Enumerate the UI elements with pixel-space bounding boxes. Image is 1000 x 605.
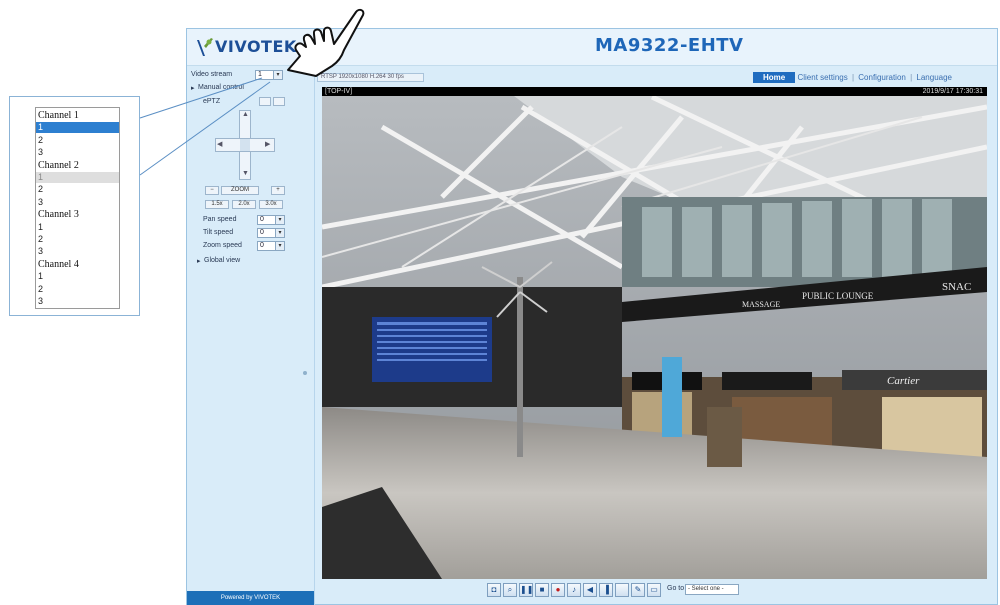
- video-stream-value: 1: [258, 71, 262, 78]
- dropdown-option[interactable]: 1: [36, 222, 119, 233]
- ptz-mode-button-2[interactable]: [273, 97, 285, 106]
- live-video-frame: PUBLIC LOUNGE SNAC MASSAGE Cartier: [322, 87, 987, 579]
- zoom-speed-value: 0: [260, 242, 264, 249]
- nav-separator: |: [910, 73, 913, 82]
- manual-control-label[interactable]: Manual control: [198, 84, 244, 91]
- pan-speed-value: 0: [260, 216, 264, 223]
- chevron-down-icon: ▾: [275, 242, 284, 250]
- video-info-bar: [TOP-IV] 2019/9/17 17:30:31: [322, 87, 987, 96]
- triangle-right-icon[interactable]: ▸: [191, 84, 195, 92]
- camera-icon[interactable]: ◘: [487, 583, 501, 597]
- tilt-speed-select[interactable]: 0 ▾: [257, 228, 285, 238]
- page-title: MA9322-EHTV: [595, 35, 744, 56]
- video-stream-dropdown-list[interactable]: Channel 1 1 2 3 Channel 2 1 2 3 Channel 3 1 2 3 Chan…: [35, 107, 120, 309]
- dropdown-option[interactable]: 2: [36, 135, 119, 146]
- nav-home-tab[interactable]: Home: [753, 72, 796, 83]
- nav-client-settings[interactable]: Client settings: [797, 73, 847, 82]
- live-video-view[interactable]: PUBLIC LOUNGE SNAC MASSAGE Cartier [TOP-…: [322, 87, 987, 579]
- nav-language[interactable]: Language: [916, 73, 952, 82]
- dropdown-option[interactable]: 2: [36, 284, 119, 295]
- powered-by-footer: Powered by VIVOTEK: [187, 591, 314, 605]
- vivotek-logo: VIVOTEK: [195, 34, 296, 60]
- zoom-in-button[interactable]: +: [271, 186, 285, 195]
- global-view-label[interactable]: Global view: [204, 257, 240, 264]
- pan-speed-label: Pan speed: [203, 216, 237, 223]
- ptz-home-button[interactable]: [240, 139, 250, 151]
- blank-icon[interactable]: [615, 583, 629, 597]
- arrow-down-icon[interactable]: ▼: [242, 170, 249, 177]
- goto-select[interactable]: - Select one -: [685, 584, 739, 595]
- arrow-up-icon[interactable]: ▲: [242, 111, 249, 118]
- dropdown-option[interactable]: 1: [36, 172, 119, 183]
- dropdown-option[interactable]: 3: [36, 246, 119, 257]
- stream-dropdown-callout: Channel 1 1 2 3 Channel 2 1 2 3 Channel 3 1 2 3 Chan…: [9, 96, 140, 316]
- tilt-speed-value: 0: [260, 229, 264, 236]
- video-stream-select[interactable]: 1 ▾: [255, 70, 283, 80]
- talk-icon[interactable]: ▐: [599, 583, 613, 597]
- vivotek-logo-mark-icon: [197, 38, 213, 56]
- zoom-icon[interactable]: ⌕: [503, 583, 517, 597]
- volume-icon[interactable]: ♪: [567, 583, 581, 597]
- video-timestamp: 2019/9/17 17:30:31: [922, 88, 983, 95]
- zoom-out-button[interactable]: −: [205, 186, 219, 195]
- ptz-mode-button-1[interactable]: [259, 97, 271, 106]
- ptz-direction-pad: ▲ ▼ ◀ ▶: [215, 110, 275, 180]
- sign-public-lounge: PUBLIC LOUNGE: [802, 291, 874, 301]
- stop-icon[interactable]: ■: [535, 583, 549, 597]
- dropdown-group-header: Channel 3: [38, 209, 79, 221]
- record-icon[interactable]: ●: [551, 583, 565, 597]
- arrow-right-icon[interactable]: ▶: [265, 140, 270, 148]
- pause-icon[interactable]: ❚❚: [519, 583, 533, 597]
- speaker-icon[interactable]: ◀: [583, 583, 597, 597]
- nav-configuration[interactable]: Configuration: [858, 73, 906, 82]
- dropdown-group-header: Channel 2: [38, 159, 79, 171]
- goto-label: Go to: [667, 585, 685, 592]
- video-stream-label: Video stream: [191, 71, 233, 78]
- arrow-left-icon[interactable]: ◀: [217, 140, 222, 148]
- dropdown-group-header: Channel 1: [38, 110, 79, 121]
- dropdown-option[interactable]: 2: [36, 234, 119, 245]
- dropdown-option[interactable]: 1: [36, 271, 119, 282]
- tilt-speed-label: Tilt speed: [203, 229, 234, 236]
- mic-icon[interactable]: ✎: [631, 583, 645, 597]
- sign-massage: MASSAGE: [742, 300, 780, 309]
- dropdown-option[interactable]: 3: [36, 197, 119, 208]
- camera-web-console: VIVOTEK MA9322-EHTV Video stream 1 ▾ ▸ M…: [186, 28, 998, 605]
- chevron-down-icon: ▾: [275, 229, 284, 237]
- goto-select-value: - Select one -: [688, 586, 724, 592]
- video-title: [TOP-IV]: [325, 88, 353, 95]
- fullscreen-icon[interactable]: ▭: [647, 583, 661, 597]
- zoom-speed-label: Zoom speed: [203, 242, 242, 249]
- triangle-right-icon[interactable]: ▸: [197, 257, 201, 265]
- zoom-speed-select[interactable]: 0 ▾: [257, 241, 285, 251]
- dropdown-option[interactable]: 3: [36, 296, 119, 307]
- eptz-label: ePTZ: [203, 98, 221, 105]
- pointing-hand-icon: [287, 8, 365, 77]
- zoom-label-button[interactable]: ZOOM: [221, 186, 259, 195]
- preset-button-1[interactable]: 1.5x: [205, 200, 229, 209]
- pan-speed-select[interactable]: 0 ▾: [257, 215, 285, 225]
- left-control-panel: Video stream 1 ▾ ▸ Manual control ePTZ ▲…: [187, 66, 315, 605]
- nav-separator: |: [851, 73, 855, 82]
- dropdown-group-header: Channel 4: [38, 258, 79, 270]
- dropdown-option[interactable]: 3: [36, 147, 119, 158]
- dropdown-option[interactable]: 1: [36, 122, 119, 134]
- chevron-down-icon: ▾: [275, 216, 284, 224]
- preset-button-2[interactable]: 2.0x: [232, 200, 256, 209]
- top-navigation: Home Client settings | Configuration | L…: [753, 72, 952, 84]
- sign-snack: SNAC: [942, 281, 971, 293]
- dropdown-option[interactable]: 2: [36, 184, 119, 195]
- panel-collapse-handle[interactable]: [303, 371, 307, 375]
- preset-button-3[interactable]: 3.0x: [259, 200, 283, 209]
- sign-cartier: Cartier: [887, 375, 920, 387]
- chevron-down-icon: ▾: [273, 71, 282, 79]
